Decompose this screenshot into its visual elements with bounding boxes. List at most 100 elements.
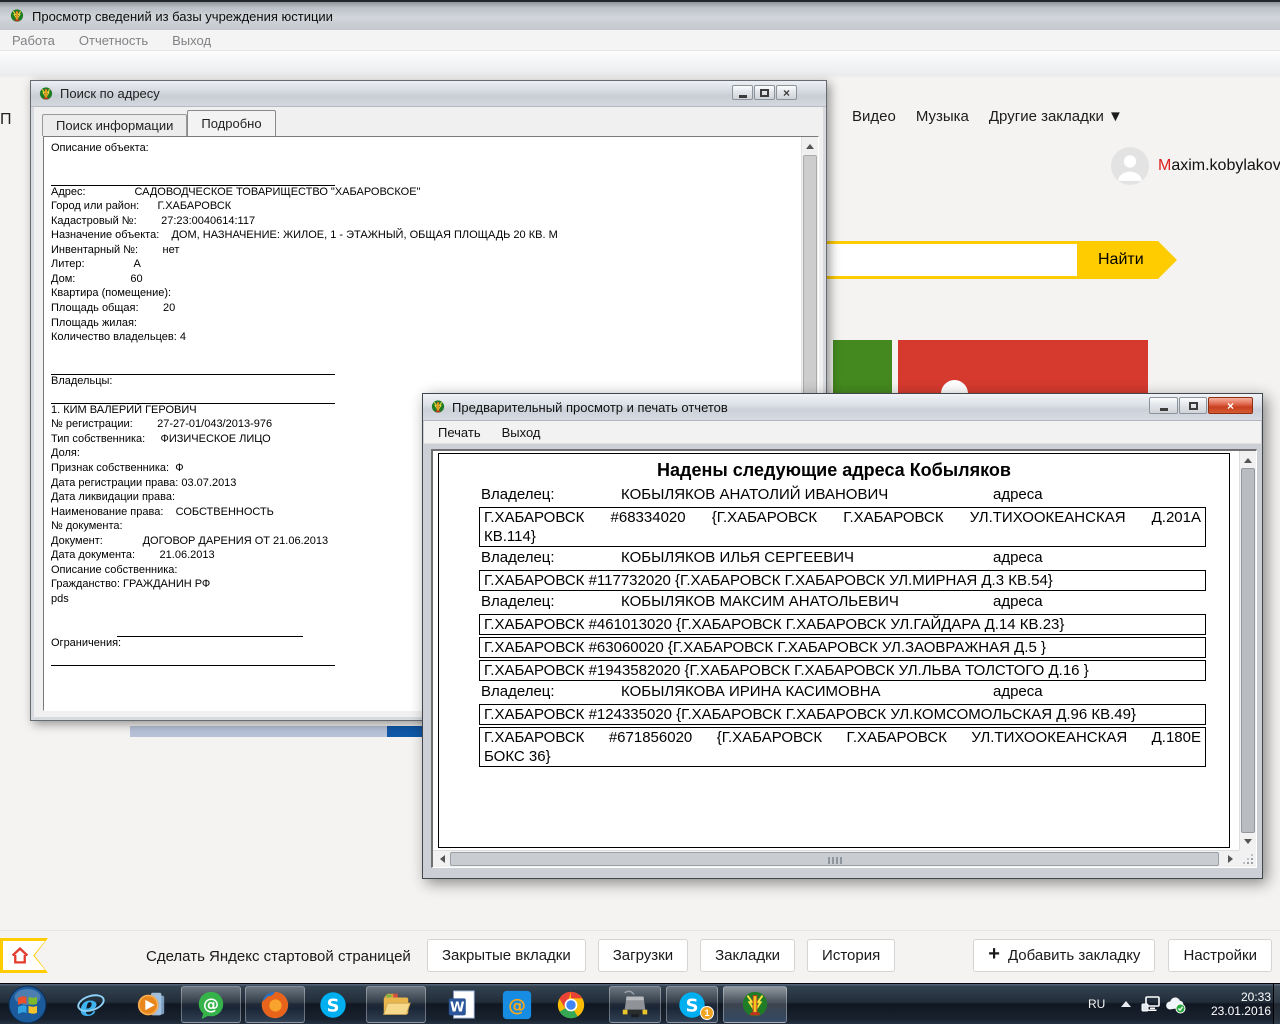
resize-grip-icon — [1251, 862, 1253, 864]
panel-button-1[interactable]: Загрузки — [598, 939, 688, 972]
taskbar-button-internet-explorer[interactable]: e — [74, 986, 108, 1023]
taskbar-button-justice-app[interactable] — [723, 986, 787, 1023]
show-desktop-button[interactable] — [1273, 984, 1280, 1024]
minimize-icon — [739, 95, 747, 98]
scroll-up-button[interactable] — [1240, 452, 1256, 468]
settings-button[interactable]: Настройки — [1168, 939, 1272, 972]
address-box: Г.ХАБАРОВСК #117732020 {Г.ХАБАРОВСК Г.ХА… — [479, 570, 1206, 591]
address-box: Г.ХАБАРОВСК #68334020 {Г.ХАБАРОВСК Г.ХАБ… — [479, 507, 1206, 547]
document-line: Описание объекта: — [51, 142, 798, 157]
document-line — [51, 157, 798, 172]
address-line: КВ.114} — [484, 527, 1201, 546]
scrollbar-thumb[interactable] — [450, 852, 1219, 866]
address-box: Г.ХАБАРОВСК #63060020 {Г.ХАБАРОВСК Г.ХАБ… — [479, 637, 1206, 658]
avatar[interactable] — [1111, 147, 1149, 185]
user-name-rest: axim.kobylakov — [1171, 157, 1280, 174]
scrollbar-thumb[interactable] — [1241, 468, 1255, 833]
notification-badge: 1 — [700, 1006, 714, 1020]
tile-logo-circle — [941, 380, 968, 393]
scroll-left-button[interactable] — [434, 851, 450, 867]
taskbar-button-firefox[interactable] — [245, 986, 305, 1023]
add-bookmark-button[interactable]: + Добавить закладку — [973, 939, 1155, 972]
top-link-0[interactable]: Видео — [852, 108, 896, 125]
show-hidden-icons-button[interactable] — [1121, 1001, 1131, 1007]
taskbar-button-skype-running[interactable]: S1 — [666, 986, 718, 1023]
address-box: Г.ХАБАРОВСК #671856020 {Г.ХАБАРОВСК Г.ХА… — [479, 727, 1206, 767]
document-rule — [51, 360, 798, 375]
browser-bottom-panel: Сделать Яндекс стартовой страницей Закры… — [0, 930, 1280, 983]
owner-name: КОБЫЛЯКОВ АНАТОЛИЙ ИВАНОВИЧ — [621, 486, 888, 503]
main-menu-item-2[interactable]: Выход — [172, 33, 211, 48]
taskbar-button-skype[interactable]: S — [316, 986, 350, 1023]
windows-explorer-icon — [380, 989, 412, 1021]
tile-green[interactable] — [833, 340, 892, 393]
taskbar-button-mailru[interactable]: @ — [501, 986, 533, 1023]
main-window-titlebar: Просмотр сведений из базы учреждения юст… — [0, 0, 1280, 30]
user-name[interactable]: Maxim.kobylakov — [1158, 157, 1280, 175]
search-button[interactable]: Найти — [1080, 241, 1177, 279]
panel-button-3[interactable]: История — [807, 939, 895, 972]
resize-grip[interactable] — [1239, 850, 1256, 867]
close-button[interactable]: × — [1208, 397, 1253, 414]
taskbar-button-windows-explorer[interactable] — [366, 986, 426, 1023]
scrollbar-thumb[interactable] — [803, 155, 817, 405]
start-button[interactable] — [8, 985, 47, 1024]
scroll-down-button[interactable] — [1240, 833, 1256, 849]
main-window-title: Просмотр сведений из базы учреждения юст… — [32, 9, 333, 24]
owner-row: Владелец:КОБЫЛЯКОВА ИРИНА КАСИМОВНАадрес… — [481, 683, 1229, 703]
document-line: Адрес: САДОВОДЧЕСКОЕ ТОВАРИЩЕСТВО "ХАБАР… — [51, 186, 798, 201]
taskbar-button-word[interactable]: W — [446, 986, 478, 1023]
justice-app-icon — [739, 989, 771, 1021]
top-link-2[interactable]: Другие закладки ▼ — [989, 108, 1123, 125]
report-window-menubar: Печать Выход — [424, 421, 1261, 444]
chrome-icon — [555, 989, 587, 1021]
close-button[interactable]: × — [776, 85, 797, 100]
tab-strip: Поиск информацииПодробно — [42, 110, 276, 136]
minimize-button[interactable] — [1149, 397, 1178, 414]
report-menu-item-0[interactable]: Печать — [438, 425, 481, 440]
tab-1[interactable]: Подробно — [187, 110, 275, 136]
vertical-scrollbar[interactable] — [1239, 451, 1256, 850]
report-window-titlebar[interactable]: Предварительный просмотр и печать отчето… — [423, 394, 1262, 421]
clock-time: 20:33 — [1211, 990, 1271, 1004]
top-link-1[interactable]: Музыка — [916, 108, 969, 125]
owner-row: Владелец:КОБЫЛЯКОВ ИЛЬЯ СЕРГЕЕВИЧадреса — [481, 549, 1229, 569]
horizontal-scrollbar[interactable] — [433, 850, 1239, 867]
panel-button-2[interactable]: Закладки — [700, 939, 795, 972]
owner-name: КОБЫЛЯКОВА ИРИНА КАСИМОВНА — [621, 683, 881, 700]
panel-button-0[interactable]: Закрытые вкладки — [427, 939, 586, 972]
home-icon — [9, 946, 31, 965]
taskbar-button-windows-media-player[interactable] — [134, 986, 168, 1023]
taskbar-button-chrome[interactable] — [553, 986, 589, 1023]
address-line: Г.ХАБАРОВСК #117732020 {Г.ХАБАРОВСК Г.ХА… — [484, 571, 1201, 590]
tile-red[interactable] — [898, 340, 1148, 393]
search-window-titlebar[interactable]: Поиск по адресу — [31, 81, 826, 107]
network-icon[interactable] — [1141, 995, 1161, 1013]
set-homepage-button[interactable] — [0, 938, 48, 973]
minimize-button[interactable] — [732, 85, 753, 100]
scroll-right-button[interactable] — [1222, 851, 1238, 867]
cloud-sync-icon[interactable] — [1164, 997, 1187, 1014]
maximize-button[interactable] — [754, 85, 775, 100]
main-menu-item-0[interactable]: Работа — [12, 33, 55, 48]
main-window-menubar: Работа Отчетность Выход — [0, 30, 1280, 51]
scroll-up-button[interactable] — [802, 138, 818, 154]
language-indicator[interactable]: RU — [1088, 997, 1105, 1011]
main-menu-item-1[interactable]: Отчетность — [79, 33, 148, 48]
addresses-label: адреса — [993, 683, 1043, 700]
report-menu-item-1[interactable]: Выход — [502, 425, 541, 440]
mailru-agent-icon: @ — [195, 989, 227, 1021]
taskbar-button-mailru-agent[interactable]: @ — [181, 986, 241, 1023]
arrow-right-icon — [1228, 855, 1233, 863]
maximize-button[interactable] — [1179, 397, 1207, 414]
taskbar-button-device-app[interactable] — [609, 986, 661, 1023]
arrow-up-icon — [1244, 458, 1252, 463]
tab-0[interactable]: Поиск информации — [42, 114, 187, 136]
arrow-left-icon — [440, 855, 445, 863]
progress-bar-dark — [387, 726, 423, 737]
owner-label: Владелец: — [481, 549, 555, 566]
document-line: Город или район: Г.ХАБАРОВСК — [51, 200, 798, 215]
document-rule — [51, 171, 798, 186]
address-line: Г.ХАБАРОВСК #63060020 {Г.ХАБАРОВСК Г.ХАБ… — [484, 638, 1201, 657]
clock[interactable]: 20:33 23.01.2016 — [1211, 990, 1271, 1018]
